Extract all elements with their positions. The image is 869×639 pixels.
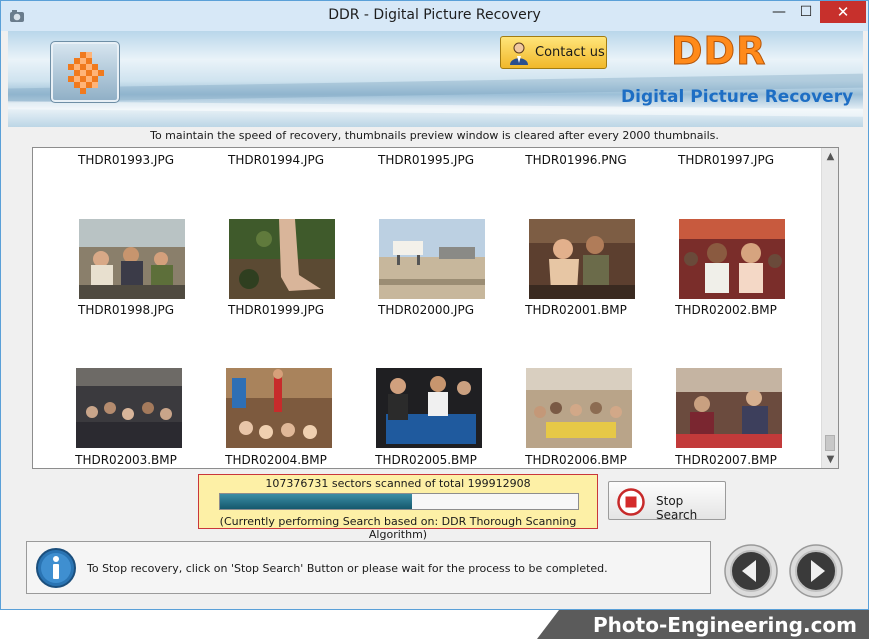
thumbnail-filename: THDR01999.JPG [228, 303, 324, 317]
thumbnail-filename: THDR02003.BMP [75, 453, 177, 467]
stop-search-button[interactable]: Stop Search [608, 481, 726, 522]
scan-algorithm-text: (Currently performing Search based on: D… [219, 515, 577, 541]
back-button[interactable] [723, 543, 779, 599]
thumbnail-filename: THDR02001.BMP [525, 303, 627, 317]
thumbnail-image[interactable] [226, 368, 332, 448]
contact-us-label: Contact us [535, 45, 605, 60]
minimize-button[interactable]: — [766, 1, 792, 23]
contact-us-button[interactable]: Contact us [500, 36, 607, 69]
app-window: DDR - Digital Picture Recovery — ☐ ✕ Con… [0, 0, 869, 610]
thumbnail-image[interactable] [379, 219, 485, 299]
watermark-banner: Photo-Engineering.com [537, 610, 869, 639]
thumbnail-filename: THDR02000.JPG [378, 303, 474, 317]
thumbnail-image[interactable] [376, 368, 482, 448]
thumbnail-filename: THDR02002.BMP [675, 303, 777, 317]
scroll-up-icon[interactable]: ▲ [822, 148, 838, 165]
app-subtitle: Digital Picture Recovery [621, 87, 854, 107]
thumbnail-image[interactable] [229, 219, 335, 299]
logo-checker-icon [68, 52, 104, 94]
thumbnail-filename: THDR02005.BMP [375, 453, 477, 467]
next-arrow-icon [789, 544, 843, 598]
next-button[interactable] [788, 543, 844, 599]
scroll-thumb[interactable] [825, 435, 835, 451]
thumbnail-filename: THDR01995.JPG [378, 153, 474, 167]
stop-icon [617, 488, 645, 516]
status-message: To Stop recovery, click on 'Stop Search'… [87, 562, 608, 575]
thumbnail-notice: To maintain the speed of recovery, thumb… [150, 129, 719, 142]
scroll-down-icon[interactable]: ▼ [822, 451, 838, 468]
thumbnail-filename: THDR01998.JPG [78, 303, 174, 317]
thumbnail-filename: THDR02007.BMP [675, 453, 777, 467]
title-bar[interactable]: DDR - Digital Picture Recovery — ☐ ✕ [1, 1, 868, 31]
sectors-scanned-text: 107376731 sectors scanned of total 19991… [265, 477, 531, 490]
thumbnail-filename: THDR02006.BMP [525, 453, 627, 467]
thumbnail-filename: THDR02004.BMP [225, 453, 327, 467]
logo-box [50, 41, 120, 103]
close-button[interactable]: ✕ [820, 1, 866, 23]
thumbnail-filename: THDR01994.JPG [228, 153, 324, 167]
thumbnail-image[interactable] [529, 219, 635, 299]
thumbnail-image[interactable] [676, 368, 782, 448]
back-arrow-icon [724, 544, 778, 598]
scan-progress-panel: 107376731 sectors scanned of total 19991… [198, 474, 598, 541]
thumbnail-filename: THDR01993.JPG [78, 153, 174, 167]
thumbnail-filename: THDR01997.JPG [678, 153, 774, 167]
thumbnail-image[interactable] [76, 368, 182, 448]
thumbnail-image[interactable] [679, 219, 785, 299]
thumbnail-image[interactable] [526, 368, 632, 448]
brand-logo-text: DDR [670, 31, 767, 74]
thumbnail-filename: THDR01996.PNG [525, 153, 627, 167]
person-icon [510, 42, 528, 65]
progress-bar [219, 493, 579, 510]
thumbnail-image[interactable] [79, 219, 185, 299]
info-icon [36, 548, 76, 588]
status-bar: To Stop recovery, click on 'Stop Search'… [26, 541, 711, 594]
stop-search-label: Stop Search [656, 494, 698, 522]
thumbnail-grid[interactable]: THDR01993.JPG THDR01994.JPG THDR01995.JP… [32, 147, 839, 469]
watermark-text: Photo-Engineering.com [593, 613, 857, 637]
vertical-scrollbar[interactable]: ▲ ▼ [821, 148, 838, 468]
header-banner: Contact us DDR Digital Picture Recovery [8, 31, 863, 127]
window-title: DDR - Digital Picture Recovery [328, 7, 541, 23]
maximize-button[interactable]: ☐ [793, 1, 819, 23]
progress-bar-fill [220, 494, 413, 509]
